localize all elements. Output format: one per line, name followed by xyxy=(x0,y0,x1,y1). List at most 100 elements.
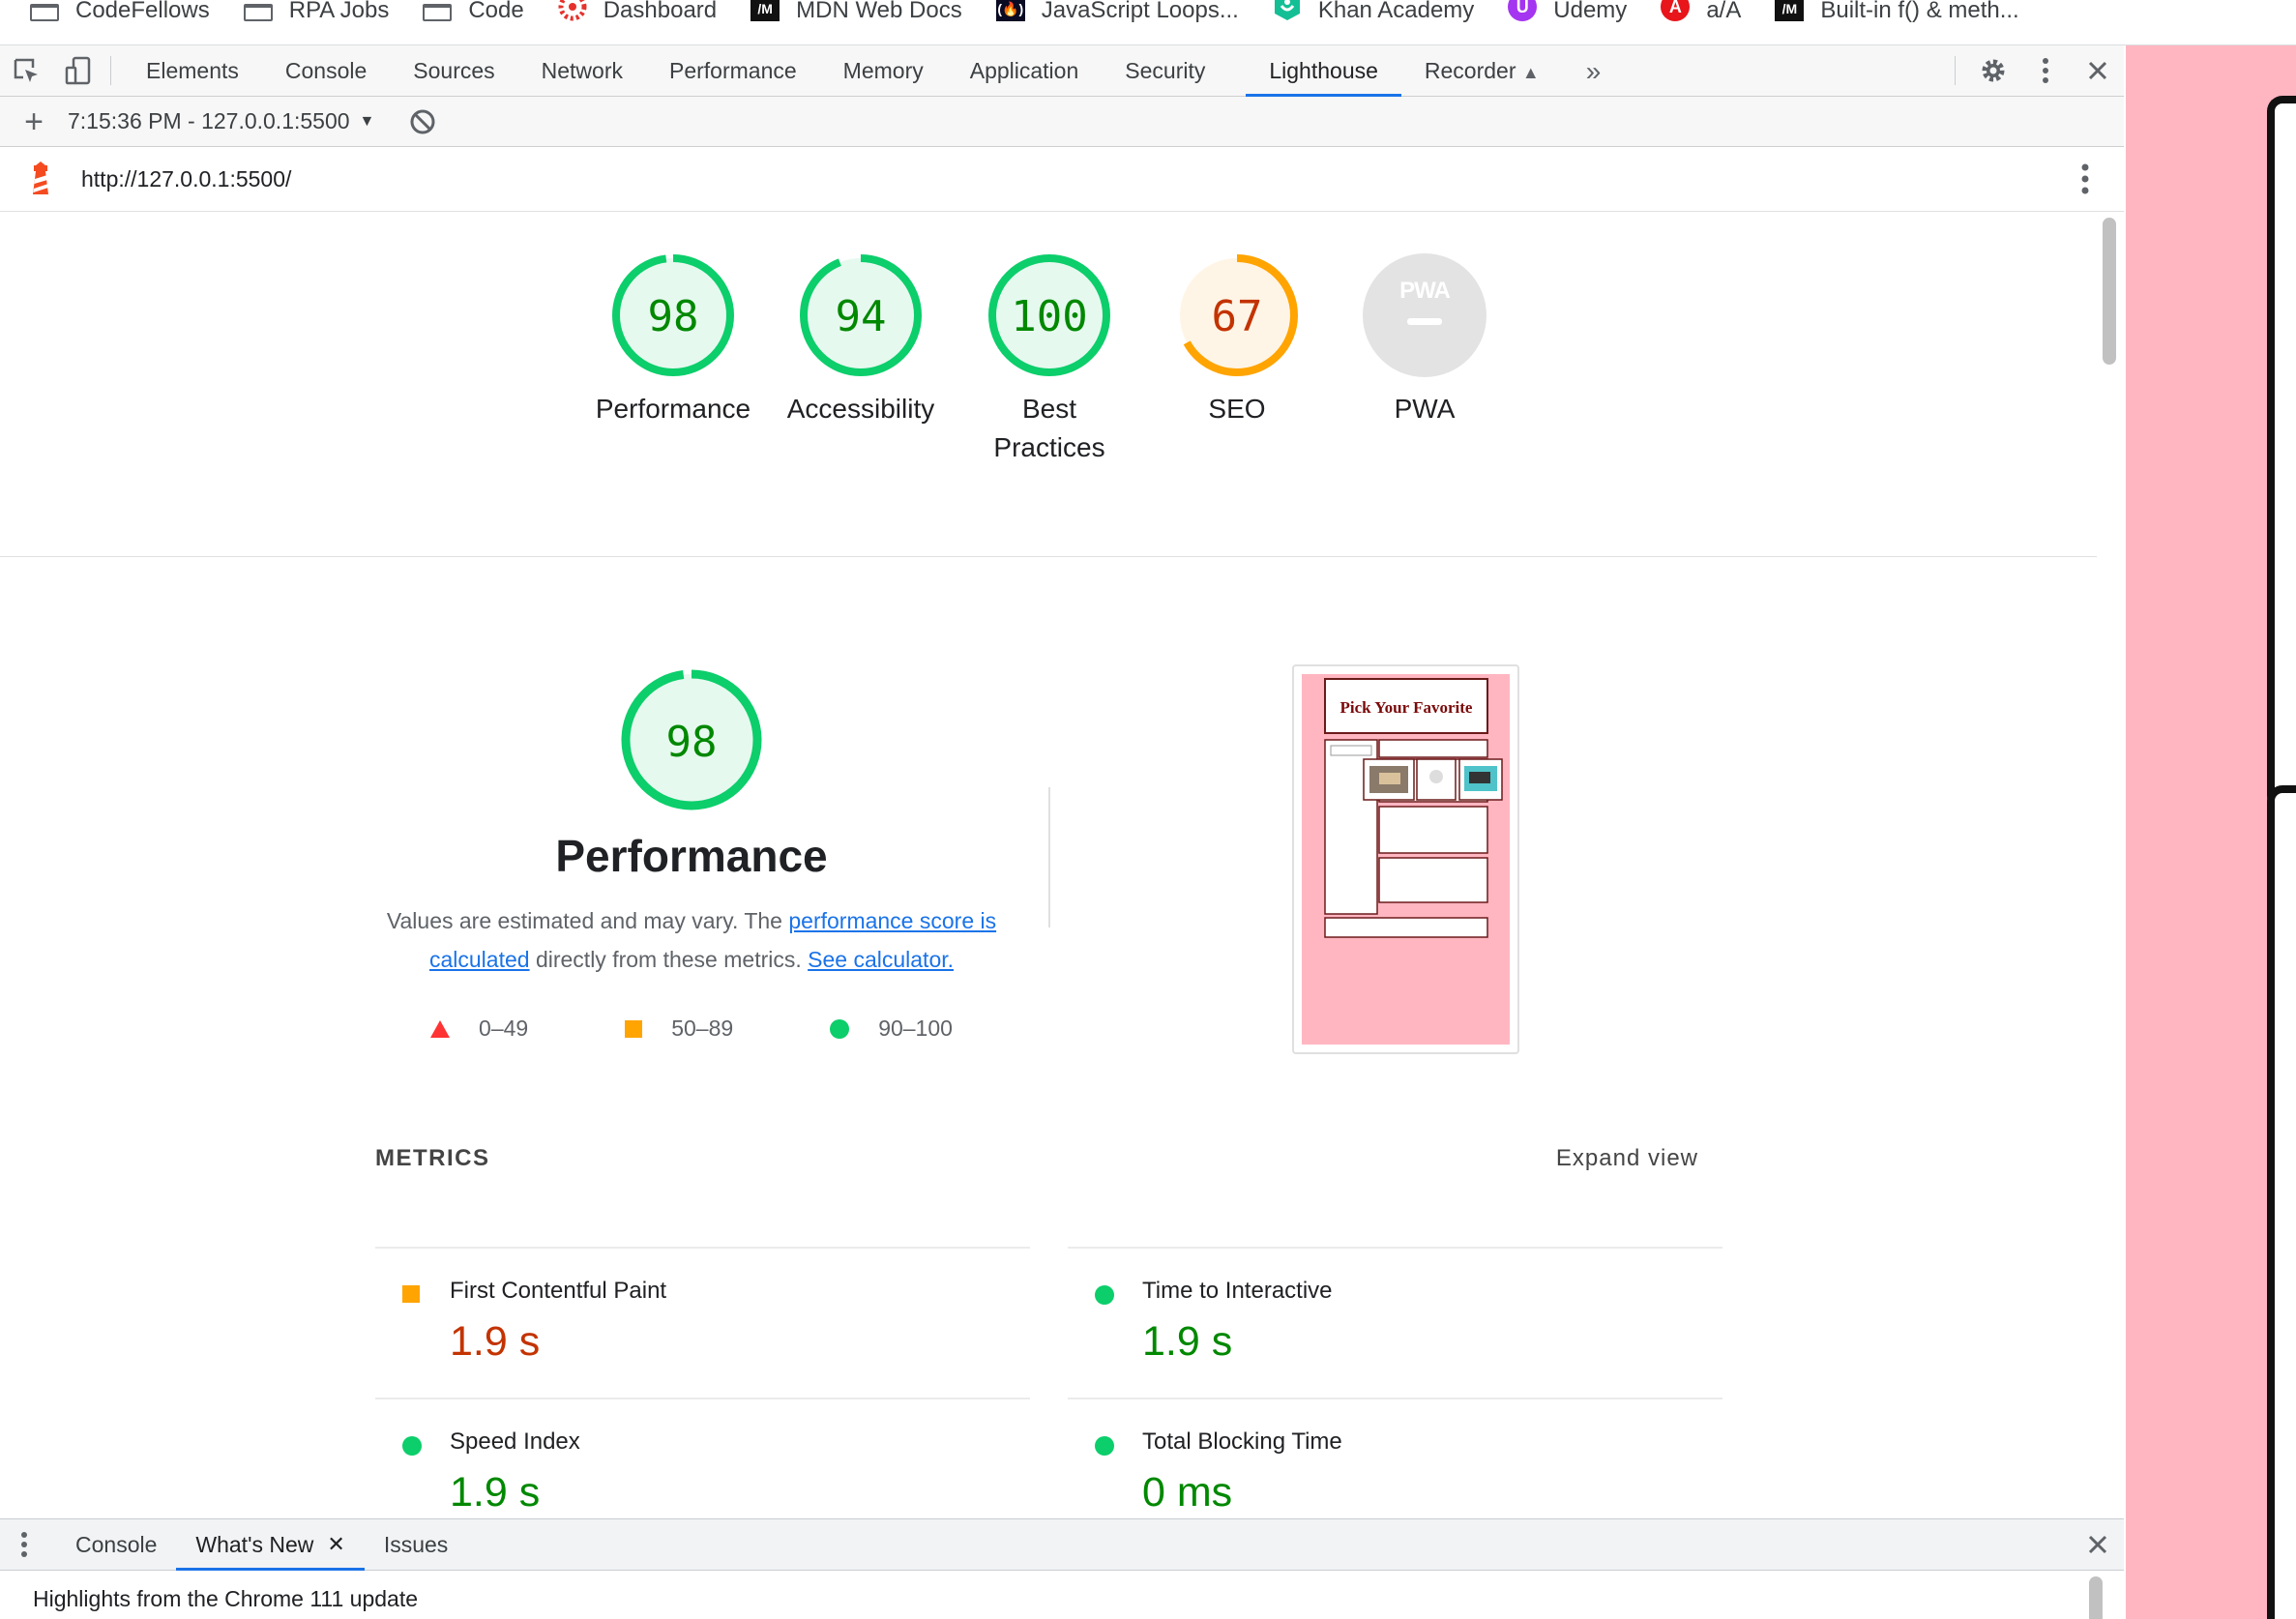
drawer-tab-label: What's New xyxy=(195,1532,314,1557)
gauge-ring: 94 xyxy=(800,254,922,376)
toolbar-divider xyxy=(1955,56,1956,85)
gauge-ring: 98 xyxy=(612,254,734,376)
settings-gear-icon[interactable] xyxy=(1967,45,2019,97)
bookmark-rpa-jobs[interactable]: RPA Jobs xyxy=(243,0,390,23)
lighthouse-logo-icon xyxy=(0,162,81,196)
gauge-seo[interactable]: 67 SEO xyxy=(1143,250,1331,428)
devtools-tabbar: Elements Console Sources Network Perform… xyxy=(0,45,2124,97)
bookmark-mdn[interactable]: /M MDN Web Docs xyxy=(750,0,962,23)
gauge-score: 100 xyxy=(1011,292,1087,341)
khan-icon xyxy=(1272,0,1303,21)
lighthouse-report: 98 Performance 94 Accessibility 100 Best… xyxy=(0,212,2097,1518)
bookmark-builtin[interactable]: /M Built-in f() & meth... xyxy=(1774,0,2019,23)
pass-circle-icon xyxy=(1095,1436,1114,1456)
bookmark-label: Code xyxy=(468,0,524,23)
device-toolbar-icon[interactable] xyxy=(52,45,104,97)
tab-application[interactable]: Application xyxy=(947,45,1103,97)
canvas-icon xyxy=(557,0,588,21)
metric-name: Speed Index xyxy=(450,1428,580,1455)
bookmark-label: Built-in f() & meth... xyxy=(1820,0,2019,23)
pass-circle-icon xyxy=(830,1018,850,1039)
drawer-tab-whats-new[interactable]: What's New ✕ xyxy=(176,1518,366,1571)
tab-security[interactable]: Security xyxy=(1102,45,1228,97)
inspect-element-icon[interactable] xyxy=(0,45,52,97)
close-devtools-icon[interactable] xyxy=(2072,45,2124,97)
tab-memory[interactable]: Memory xyxy=(820,45,947,97)
tab-console[interactable]: Console xyxy=(262,45,390,97)
caret-down-icon: ▼ xyxy=(359,112,375,130)
experiment-flask-icon: ▲ xyxy=(1521,62,1540,82)
udemy-icon: U xyxy=(1507,0,1538,21)
average-square-icon xyxy=(402,1285,420,1303)
metric-name: Total Blocking Time xyxy=(1142,1428,1342,1455)
tab-performance[interactable]: Performance xyxy=(646,45,820,97)
drawer-tab-issues[interactable]: Issues xyxy=(365,1518,467,1571)
bookmark-javascript-loops[interactable]: (🔥) JavaScript Loops... xyxy=(995,0,1239,23)
bookmark-khan-academy[interactable]: Khan Academy xyxy=(1272,0,1475,23)
appacademy-icon: A xyxy=(1660,0,1691,21)
gauge-best-practices[interactable]: 100 Best Practices xyxy=(956,250,1143,467)
pwa-badge-text: PWA xyxy=(1399,278,1450,304)
legend-pass: 90–100 xyxy=(830,1016,953,1042)
close-drawer-icon[interactable] xyxy=(2072,1534,2124,1555)
toolbar-divider xyxy=(110,56,111,85)
report-selector[interactable]: 7:15:36 PM - 127.0.0.1:5500 ▼ xyxy=(68,108,374,134)
metrics-header: METRICS Expand view xyxy=(375,1145,1722,1174)
gauge-score: 98 xyxy=(648,292,699,341)
score-gauges: 98 Performance 94 Accessibility 100 Best… xyxy=(0,212,2097,557)
scrollbar-thumb[interactable] xyxy=(2103,218,2116,365)
bookmark-udemy[interactable]: U Udemy xyxy=(1507,0,1628,23)
bookmark-label: RPA Jobs xyxy=(288,0,390,23)
legend-average: 50–89 xyxy=(625,1016,733,1042)
more-tabs-button[interactable]: » xyxy=(1563,45,1625,97)
metric-speed-index: Speed Index 1.9 s xyxy=(375,1398,1030,1518)
expand-view-toggle[interactable]: Expand view xyxy=(1556,1145,1698,1172)
more-options-icon[interactable] xyxy=(2019,45,2072,97)
final-screenshot-thumbnail[interactable]: Pick Your Favorite xyxy=(1292,664,1519,1054)
screenshot-page: Pick Your Favorite xyxy=(1302,674,1510,1045)
metric-name: Time to Interactive xyxy=(1142,1278,1333,1304)
gauge-label: Best Practices xyxy=(993,394,1105,462)
bookmark-dashboard[interactable]: Dashboard xyxy=(557,0,717,23)
report-scrollbar[interactable] xyxy=(2097,212,2124,1518)
metric-value: 1.9 s xyxy=(450,1469,541,1516)
whats-new-highlight: Highlights from the Chrome 111 update xyxy=(33,1586,419,1611)
gauge-label: PWA xyxy=(1394,394,1456,424)
page-preview xyxy=(2126,45,2296,1619)
gauge-score: 67 xyxy=(1212,292,1263,341)
drawer-tab-console[interactable]: Console xyxy=(56,1518,176,1571)
drawer-scrollbar-thumb[interactable] xyxy=(2089,1576,2103,1619)
devtools-right-controls xyxy=(1949,45,2124,97)
gauge-performance[interactable]: 98 Performance xyxy=(579,250,767,428)
bookmark-label: Udemy xyxy=(1553,0,1628,23)
bookmark-label: a/A xyxy=(1706,0,1742,23)
bookmark-appacademy[interactable]: A a/A xyxy=(1660,0,1742,23)
preview-card xyxy=(2267,785,2296,1619)
tab-recorder[interactable]: Recorder ▲ xyxy=(1401,45,1563,97)
tab-elements[interactable]: Elements xyxy=(123,45,262,97)
clear-reports-icon[interactable] xyxy=(409,108,436,135)
new-report-icon[interactable]: + xyxy=(0,97,68,147)
close-tab-icon[interactable]: ✕ xyxy=(327,1518,344,1571)
legend-range: 0–49 xyxy=(479,1016,529,1041)
tab-sources[interactable]: Sources xyxy=(390,45,517,97)
bookmark-label: JavaScript Loops... xyxy=(1041,0,1239,23)
bookmark-codefellows[interactable]: CodeFellows xyxy=(29,0,210,23)
gauge-accessibility[interactable]: 94 Accessibility xyxy=(767,250,955,428)
metric-value: 1.9 s xyxy=(1142,1318,1233,1365)
report-menu-icon[interactable] xyxy=(2046,163,2124,194)
bookmark-label: Khan Academy xyxy=(1317,0,1475,23)
bookmark-code[interactable]: Code xyxy=(422,0,524,23)
tab-lighthouse[interactable]: Lighthouse xyxy=(1246,45,1401,97)
gauge-label: Performance xyxy=(595,394,751,424)
gauge-pwa[interactable]: PWA PWA xyxy=(1331,250,1518,428)
see-calculator-link[interactable]: See calculator. xyxy=(808,947,954,972)
report-url-bar: http://127.0.0.1:5500/ xyxy=(0,147,2124,212)
drawer-menu-icon[interactable] xyxy=(0,1531,48,1558)
bookmark-label: CodeFellows xyxy=(75,0,210,23)
mdn-icon: /M xyxy=(1774,0,1805,21)
mdn-icon: /M xyxy=(750,0,780,21)
fail-triangle-icon xyxy=(430,1019,451,1038)
metric-total-blocking-time: Total Blocking Time 0 ms xyxy=(1068,1398,1722,1518)
tab-network[interactable]: Network xyxy=(518,45,646,97)
